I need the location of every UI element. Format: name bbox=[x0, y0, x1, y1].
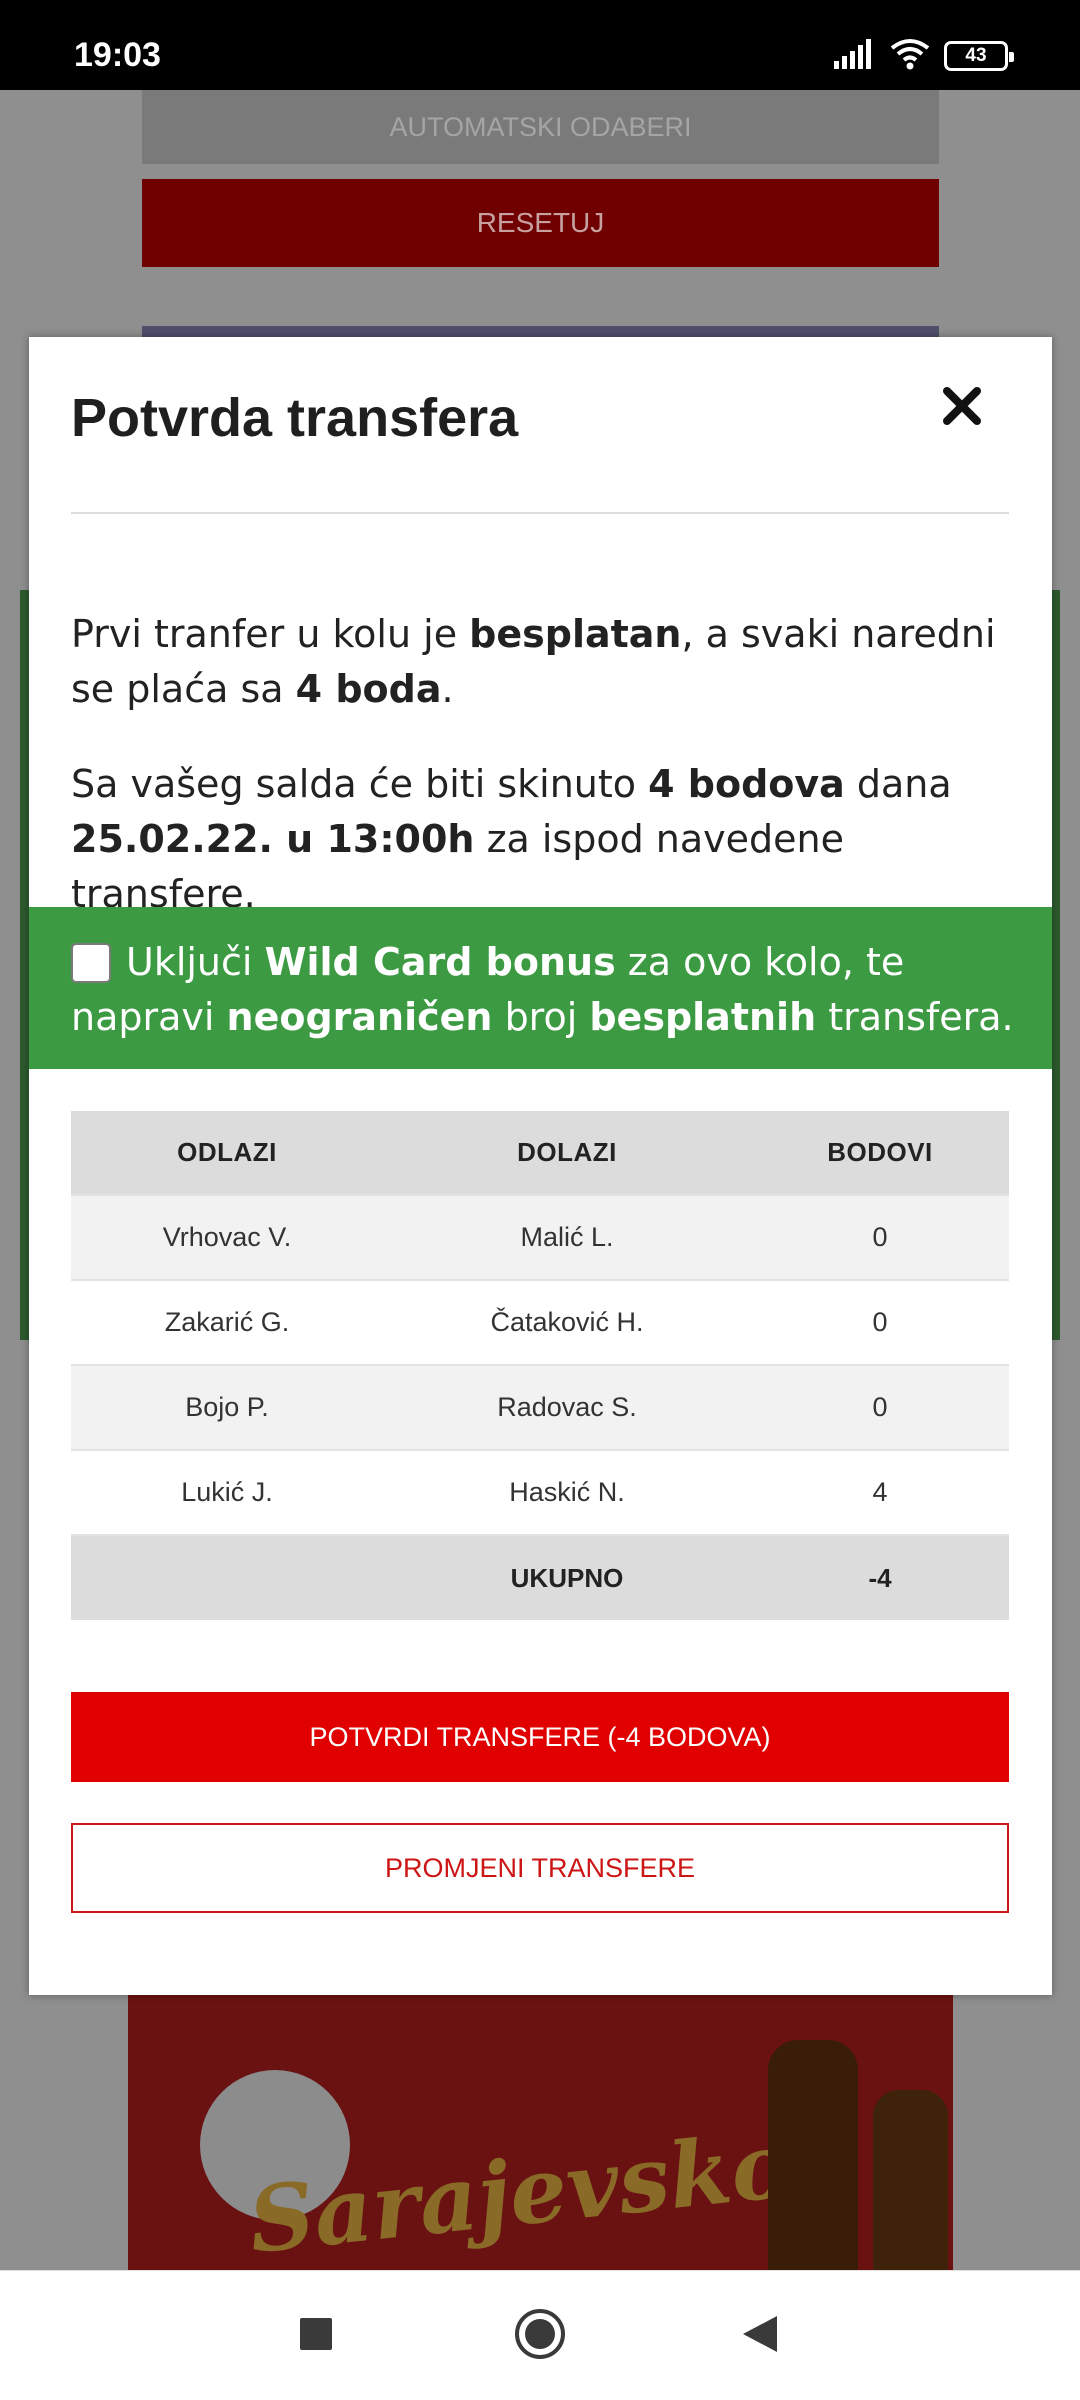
total-empty-cell bbox=[71, 1534, 383, 1620]
table-row: Vrhovac V. Malić L. 0 bbox=[71, 1194, 1009, 1280]
table-row: Lukić J. Haskić N. 4 bbox=[71, 1449, 1009, 1535]
recents-icon bbox=[298, 2316, 334, 2356]
auto-select-button[interactable]: AUTOMATSKI ODABERI bbox=[142, 90, 939, 164]
change-transfers-button[interactable]: PROMJENI TRANSFERE bbox=[71, 1823, 1009, 1913]
total-label: UKUPNO bbox=[383, 1534, 751, 1620]
total-value: -4 bbox=[751, 1534, 1009, 1620]
points-cell: 4 bbox=[751, 1449, 1009, 1535]
navigation-bar bbox=[0, 2270, 1080, 2400]
recents-button[interactable] bbox=[281, 2301, 351, 2371]
outgoing-player: Vrhovac V. bbox=[71, 1194, 383, 1280]
points-cell: 0 bbox=[751, 1364, 1009, 1450]
wildcard-section: Uključi Wild Card bonus za ovo kolo, te … bbox=[29, 907, 1052, 1069]
home-icon bbox=[513, 2307, 567, 2365]
column-header-outgoing: ODLAZI bbox=[71, 1111, 383, 1195]
incoming-player: Haskić N. bbox=[383, 1449, 751, 1535]
column-header-points: BODOVI bbox=[751, 1111, 1009, 1195]
wildcard-text: broj bbox=[492, 995, 590, 1039]
close-button[interactable] bbox=[929, 375, 995, 441]
status-icons: 43 bbox=[834, 36, 1014, 76]
transfer-confirmation-modal: Potvrda transfera Prvi tranfer u kolu je… bbox=[29, 337, 1052, 1995]
info-text: dana bbox=[844, 762, 952, 806]
info-text: Prvi tranfer u kolu je bbox=[71, 612, 470, 656]
points-cell: 0 bbox=[751, 1194, 1009, 1280]
info-text-bold: 4 bodova bbox=[648, 762, 845, 806]
modal-title: Potvrda transfera bbox=[71, 388, 519, 448]
table-row: Zakarić G. Čataković H. 0 bbox=[71, 1279, 1009, 1365]
status-bar: 19:03 43 bbox=[0, 0, 1080, 90]
incoming-player: Čataković H. bbox=[383, 1279, 751, 1365]
wildcard-label[interactable]: Uključi Wild Card bonus za ovo kolo, te … bbox=[71, 935, 1021, 1045]
confirm-transfers-button[interactable]: POTVRDI TRANSFERE (-4 BODOVA) bbox=[71, 1692, 1009, 1782]
wildcard-text-bold: neograničen bbox=[226, 995, 493, 1039]
transfers-table: ODLAZI DOLAZI BODOVI Vrhovac V. Malić L.… bbox=[71, 1111, 1009, 1620]
battery-level: 43 bbox=[965, 45, 987, 66]
total-row: UKUPNO -4 bbox=[71, 1534, 1009, 1620]
status-time: 19:03 bbox=[74, 36, 161, 74]
incoming-player: Radovac S. bbox=[383, 1364, 751, 1450]
wildcard-text: Uključi bbox=[126, 940, 265, 984]
info-text-bold: 4 boda bbox=[295, 667, 442, 711]
close-icon bbox=[942, 386, 982, 430]
wildcard-text-bold: besplatnih bbox=[589, 995, 817, 1039]
signal-icon bbox=[834, 39, 876, 73]
table-row: Bojo P. Radovac S. 0 bbox=[71, 1364, 1009, 1450]
reset-button[interactable]: RESETUJ bbox=[142, 179, 939, 267]
home-button[interactable] bbox=[505, 2301, 575, 2371]
incoming-player: Malić L. bbox=[383, 1194, 751, 1280]
info-text-bold: besplatan bbox=[469, 612, 682, 656]
back-icon bbox=[741, 2314, 779, 2358]
info-text: . bbox=[441, 667, 454, 711]
wifi-icon bbox=[890, 38, 930, 74]
outgoing-player: Bojo P. bbox=[71, 1364, 383, 1450]
wildcard-text: transfera. bbox=[816, 995, 1014, 1039]
outgoing-player: Lukić J. bbox=[71, 1449, 383, 1535]
outgoing-player: Zakarić G. bbox=[71, 1279, 383, 1365]
wildcard-text-bold: Wild Card bonus bbox=[264, 940, 616, 984]
info-text: Sa vašeg salda će biti skinuto bbox=[71, 762, 649, 806]
info-text-bold: 25.02.22. u 13:00h bbox=[71, 817, 475, 861]
battery-icon: 43 bbox=[944, 41, 1014, 71]
title-divider bbox=[71, 512, 1009, 514]
table-header-row: ODLAZI DOLAZI BODOVI bbox=[71, 1111, 1009, 1195]
back-button[interactable] bbox=[725, 2301, 795, 2371]
points-cell: 0 bbox=[751, 1279, 1009, 1365]
free-transfer-info: Prvi tranfer u kolu je besplatan, a svak… bbox=[71, 607, 1021, 717]
deduction-info: Sa vašeg salda će biti skinuto 4 bodova … bbox=[71, 757, 1021, 922]
column-header-incoming: DOLAZI bbox=[383, 1111, 751, 1195]
